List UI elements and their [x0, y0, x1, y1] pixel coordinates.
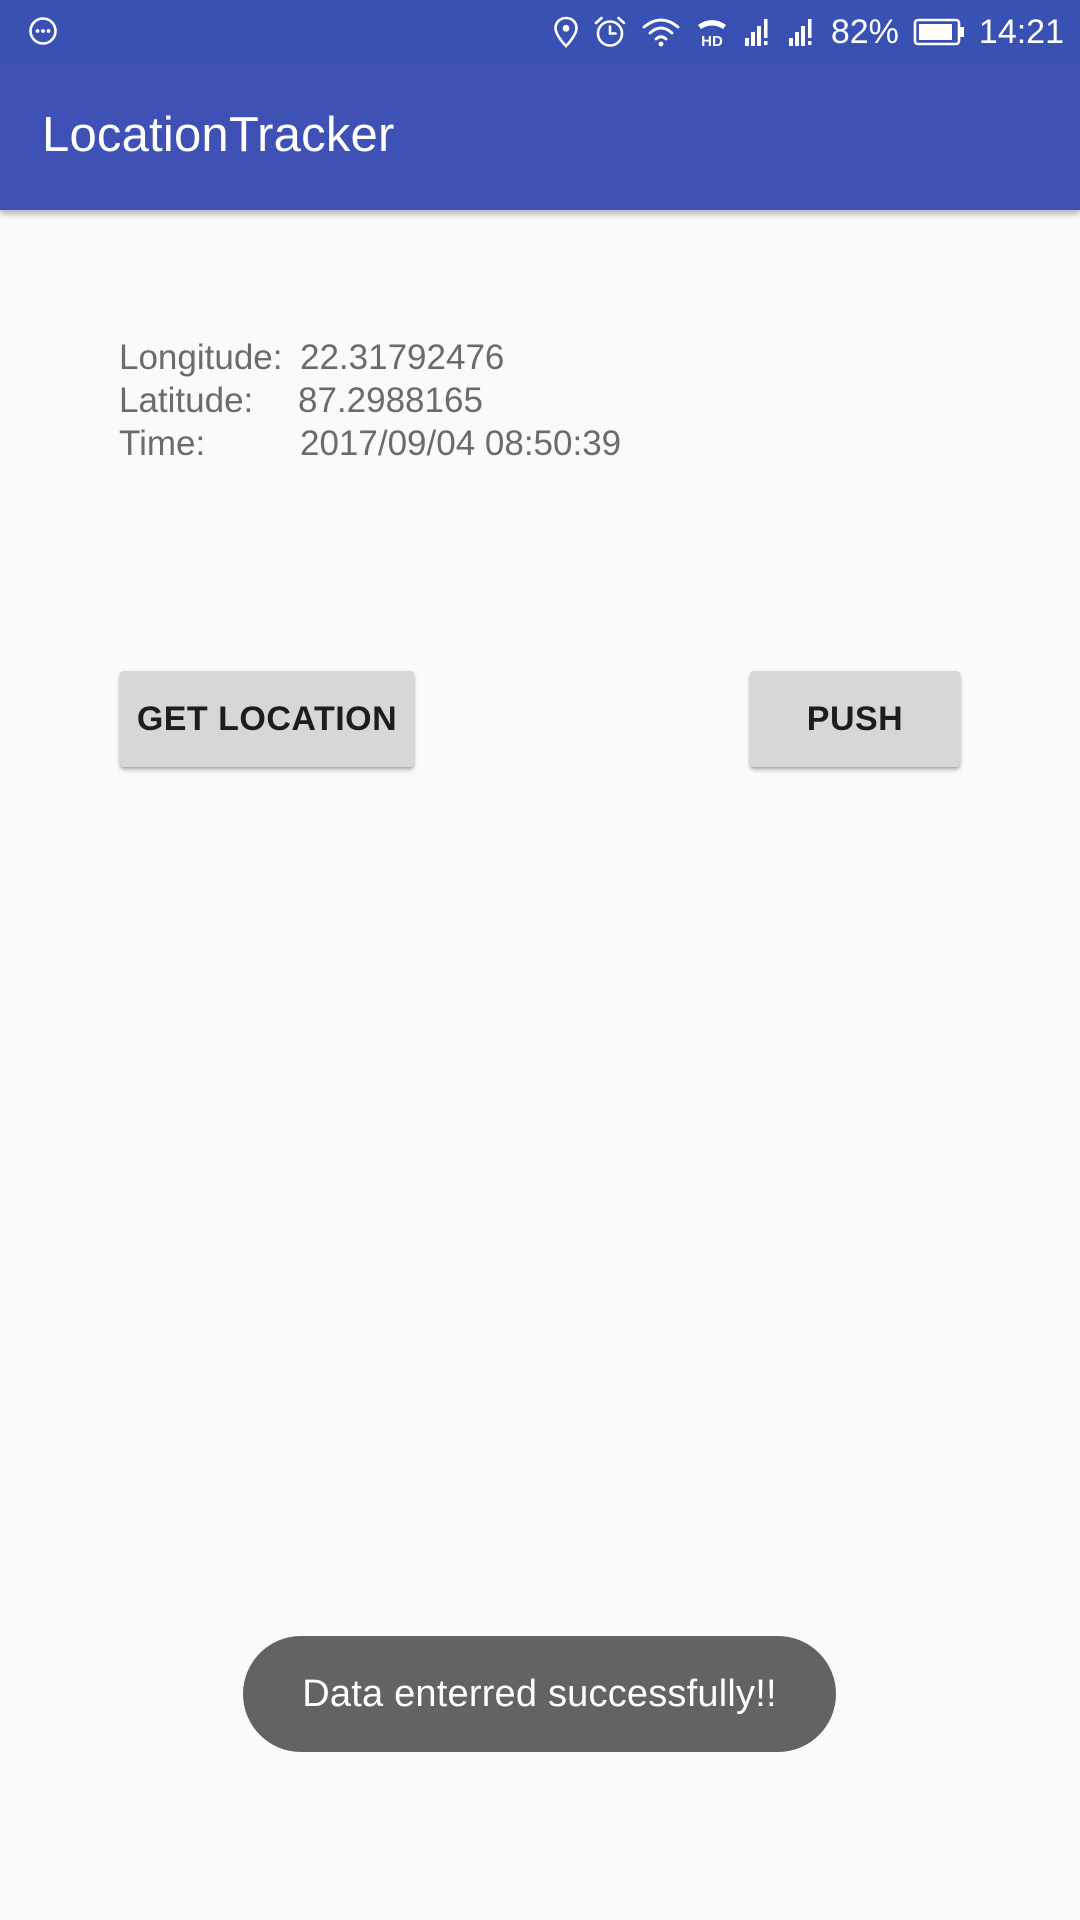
get-location-button[interactable]: GET LOCATION — [120, 671, 414, 767]
app-title: LocationTracker — [42, 108, 395, 162]
status-bar: HD 82% 14:21 — [0, 0, 1080, 63]
time-value: 2017/09/04 08:50:39 — [300, 424, 622, 463]
hd-call-icon: HD — [695, 15, 729, 49]
more-circle-icon — [28, 16, 58, 46]
toast: Data enterred successfully!! — [243, 1636, 836, 1752]
location-pin-icon — [553, 16, 579, 48]
time-label: Time: — [119, 424, 206, 463]
wifi-icon — [641, 16, 681, 48]
longitude-label: Longitude: — [119, 338, 283, 377]
status-time: 14:21 — [978, 12, 1064, 51]
app-bar: LocationTracker — [0, 63, 1080, 210]
toast-message: Data enterred successfully!! — [302, 1672, 777, 1715]
battery-icon — [913, 17, 965, 47]
battery-percent: 82% — [830, 12, 899, 51]
latitude-value: 87.2988165 — [298, 381, 483, 420]
signal-2-icon — [787, 16, 817, 48]
latitude-label: Latitude: — [119, 381, 254, 420]
longitude-value: 22.31792476 — [300, 338, 505, 377]
screen: HD 82% 14:21 LocationTracker Longitude: … — [0, 0, 1080, 1920]
hd-label: HD — [701, 33, 723, 49]
signal-1-icon — [743, 16, 773, 48]
push-button[interactable]: PUSH — [750, 671, 960, 767]
status-icons: HD 82% 14:21 — [553, 0, 1064, 63]
alarm-clock-icon — [593, 15, 627, 49]
